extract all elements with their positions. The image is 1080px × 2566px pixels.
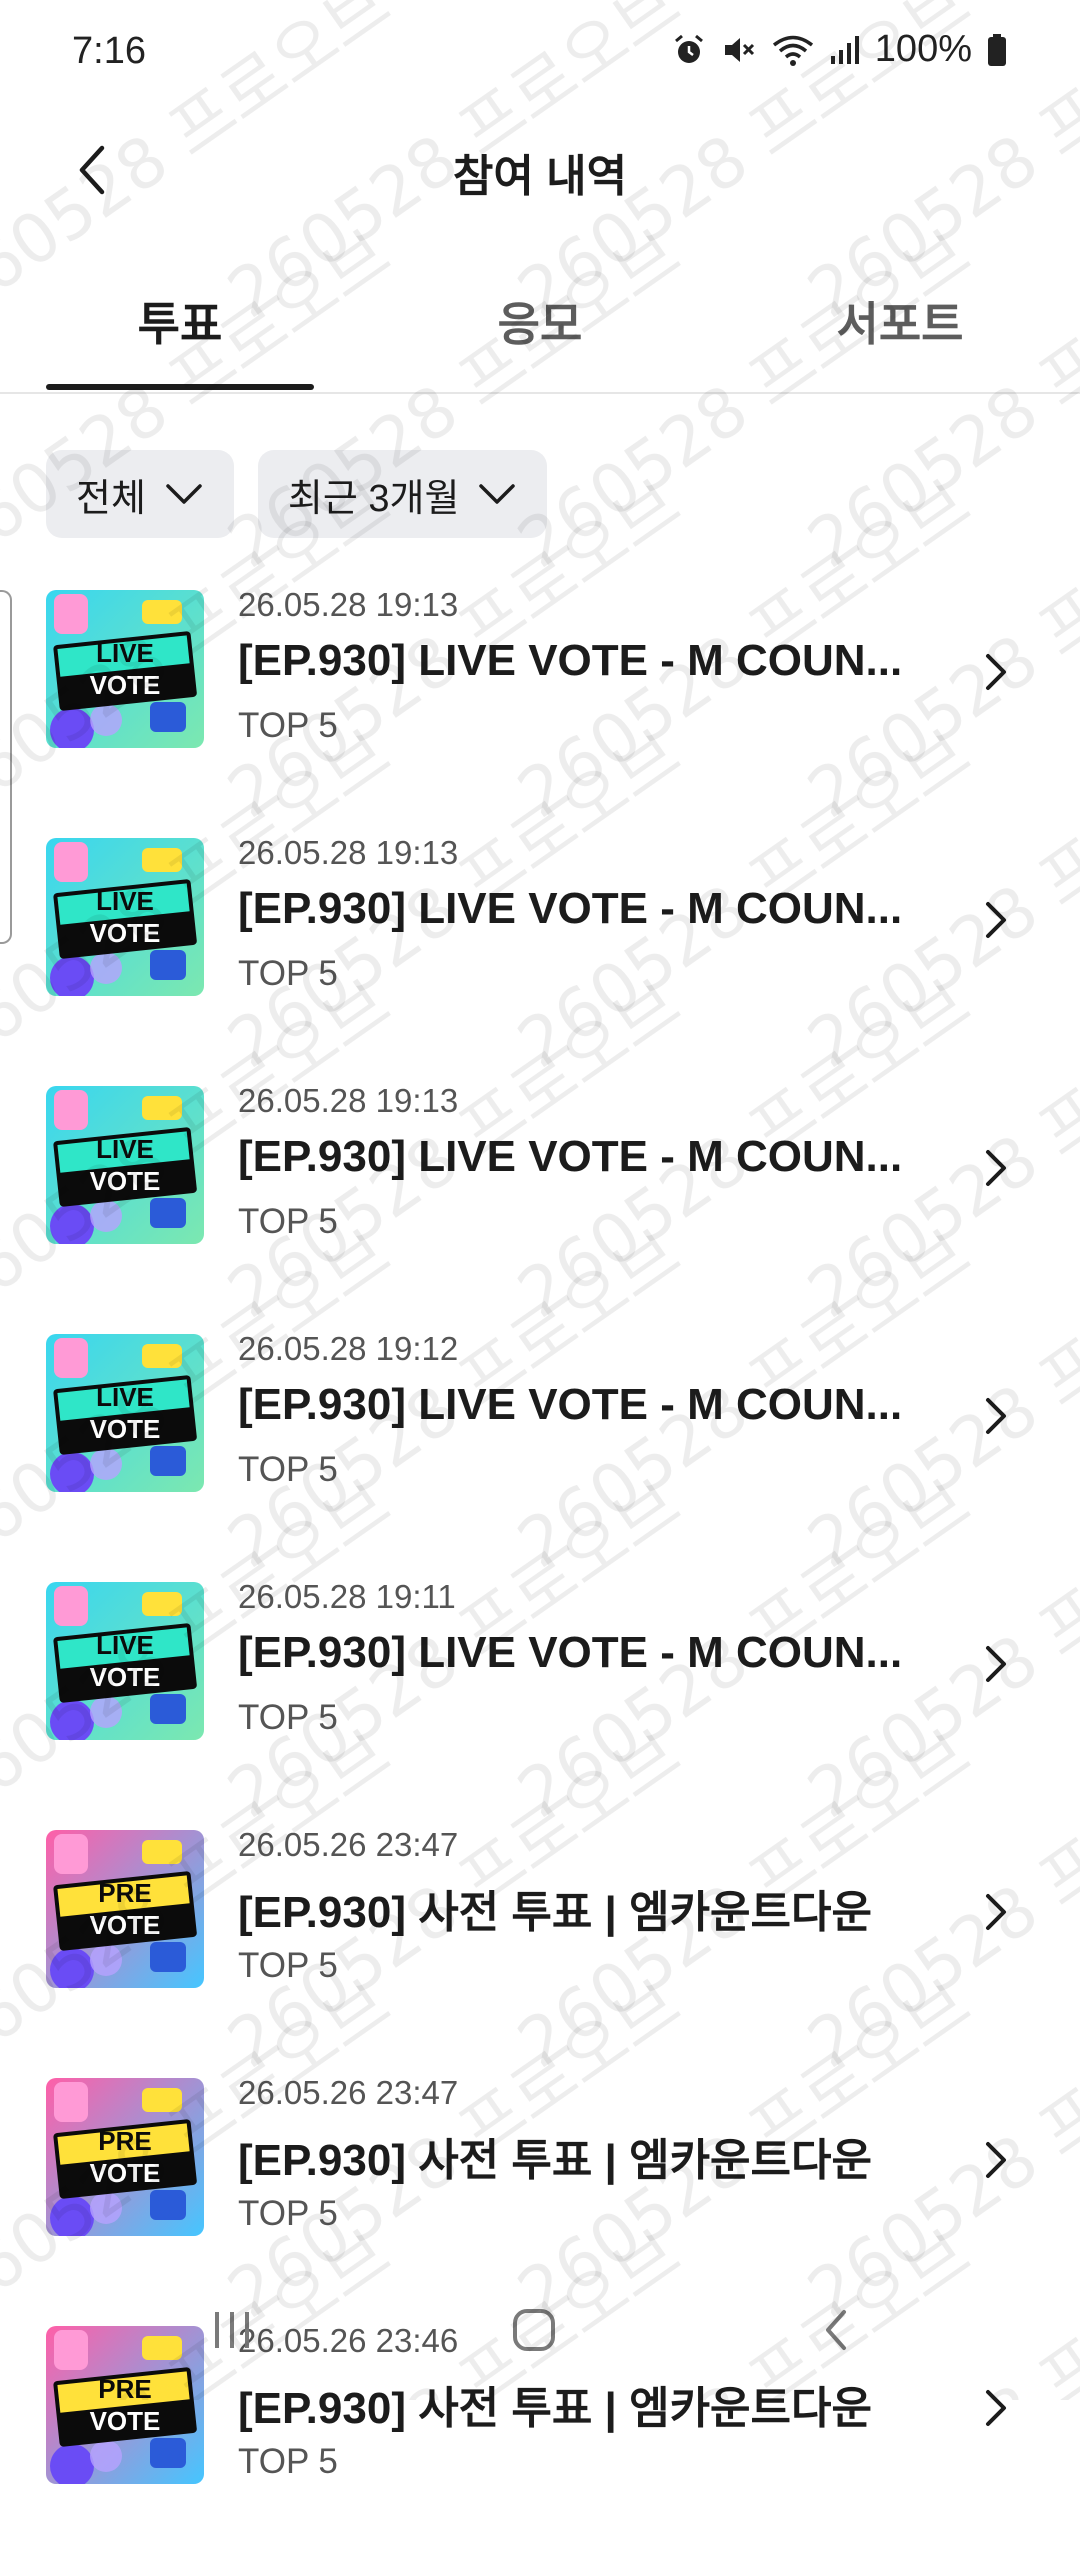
item-subtitle: TOP 5 [238,706,338,745]
nav-back-icon [826,2310,846,2350]
chevron-right-icon [986,902,1006,938]
tab-vote[interactable]: 투표 [46,288,314,368]
recents-icon [215,2312,249,2348]
tab-entry[interactable]: 응모 [406,288,674,368]
status-bar: 7:16 100% [0,0,1080,110]
tab-bar: 투표 응모 서포트 [0,260,1080,394]
signal-icon [829,32,861,68]
item-title: [EP.930] LIVE VOTE - M COUN... [238,636,903,685]
thumb-text-top: LIVE [96,1382,154,1412]
nav-back-button[interactable] [796,2290,876,2370]
item-date: 26.05.28 19:13 [238,586,459,623]
chevron-right-icon [986,1150,1006,1186]
period-filter-dropdown[interactable]: 최근 3개월 [257,450,548,538]
item-subtitle: TOP 5 [238,1946,338,1985]
chevron-right-icon [986,2142,1006,2178]
item-title: [EP.930] 사전 투표 | 엠카운트다운 [238,2136,872,2185]
chevron-right-icon [986,1646,1006,1682]
chevron-right-icon [986,1894,1006,1930]
item-title: [EP.930] 사전 투표 | 엠카운트다운 [238,2384,872,2433]
active-tab-indicator [46,384,314,390]
pre-vote-thumbnail: PRE VOTE [46,1830,204,1988]
thumb-text-top: LIVE [96,1134,154,1164]
item-date: 26.05.28 19:12 [238,1330,459,1367]
live-vote-thumbnail: LIVE VOTE [46,838,204,996]
list-item[interactable]: LIVE VOTE 26.05.28 19:13 [EP.930] LIVE VO… [0,582,1080,830]
chevron-right-icon [986,654,1006,690]
recents-button[interactable] [192,2290,272,2370]
list-item[interactable]: LIVE VOTE 26.05.28 19:11 [EP.930] LIVE VO… [0,1574,1080,1822]
participation-list: LIVE VOTE 26.05.28 19:13 [EP.930] LIVE VO… [0,582,1080,2566]
live-vote-thumbnail: LIVE VOTE [46,1086,204,1244]
thumb-text-bottom: VOTE [89,918,161,948]
item-title: [EP.930] LIVE VOTE - M COUN... [238,1628,903,1677]
item-subtitle: TOP 5 [238,1450,338,1489]
chevron-right-icon [986,2390,1006,2426]
item-title: [EP.930] LIVE VOTE - M COUN... [238,1132,903,1181]
app-header: 참여 내역 [0,110,1080,230]
item-subtitle: TOP 5 [238,954,338,993]
thumb-text-top: LIVE [96,886,154,916]
chevron-down-icon [166,484,202,504]
page-title: 참여 내역 [452,152,628,201]
live-vote-thumbnail: LIVE VOTE [46,1334,204,1492]
chevron-right-icon [986,1398,1006,1434]
list-item[interactable]: LIVE VOTE 26.05.28 19:13 [EP.930] LIVE VO… [0,830,1080,1078]
thumb-text-bottom: VOTE [89,1910,161,1940]
alarm-icon [671,32,707,68]
live-vote-thumbnail: LIVE VOTE [46,1582,204,1740]
battery-percent: 100% [874,28,972,70]
battery-icon [986,32,1008,68]
item-subtitle: TOP 5 [238,2442,338,2481]
list-item[interactable]: LIVE VOTE 26.05.28 19:12 [EP.930] LIVE VO… [0,1326,1080,1574]
pre-vote-thumbnail: PRE VOTE [46,2078,204,2236]
item-date: 26.05.26 23:47 [238,2074,459,2111]
thumb-text-bottom: VOTE [89,670,161,700]
item-date: 26.05.28 19:13 [238,1082,459,1119]
wifi-icon [771,32,815,68]
system-nav-bar [0,2290,1080,2370]
item-title: [EP.930] LIVE VOTE - M COUN... [238,1380,903,1429]
thumb-text-bottom: VOTE [89,1414,161,1444]
item-date: 26.05.28 19:13 [238,834,459,871]
thumb-text-top: LIVE [96,1630,154,1660]
item-title: [EP.930] 사전 투표 | 엠카운트다운 [238,1888,872,1937]
filter-bar: 전체 최근 3개월 [46,450,548,538]
thumb-text-top: LIVE [96,638,154,668]
status-time: 7:16 [72,30,146,72]
thumb-text-top: PRE [98,2126,152,2156]
live-vote-thumbnail: LIVE VOTE [46,590,204,748]
chevron-down-icon [479,484,516,504]
tab-support[interactable]: 서포트 [766,288,1034,368]
status-icons: 100% [671,28,1008,71]
home-button[interactable] [494,2290,574,2370]
type-filter-dropdown[interactable]: 전체 [46,450,234,538]
type-filter-label: 전체 [76,477,146,520]
item-date: 26.05.26 23:47 [238,1826,459,1863]
item-subtitle: TOP 5 [238,1202,338,1241]
thumb-text-bottom: VOTE [89,1166,161,1196]
thumb-text-bottom: VOTE [89,2406,161,2436]
list-item[interactable]: PRE VOTE 26.05.26 23:47 [EP.930] 사전 투표 | … [0,2070,1080,2318]
mute-icon [721,32,757,68]
list-item[interactable]: PRE VOTE 26.05.26 23:47 [EP.930] 사전 투표 | … [0,1822,1080,2070]
thumb-text-top: PRE [98,1878,152,1908]
thumb-text-bottom: VOTE [89,1662,161,1692]
item-subtitle: TOP 5 [238,1698,338,1737]
period-filter-label: 최근 3개월 [287,477,460,520]
thumb-text-bottom: VOTE [89,2158,161,2188]
item-subtitle: TOP 5 [238,2194,338,2233]
item-date: 26.05.28 19:11 [238,1578,456,1615]
list-item[interactable]: LIVE VOTE 26.05.28 19:13 [EP.930] LIVE VO… [0,1078,1080,1326]
item-title: [EP.930] LIVE VOTE - M COUN... [238,884,903,933]
home-icon [513,2309,555,2351]
thumb-text-top: PRE [98,2374,152,2404]
